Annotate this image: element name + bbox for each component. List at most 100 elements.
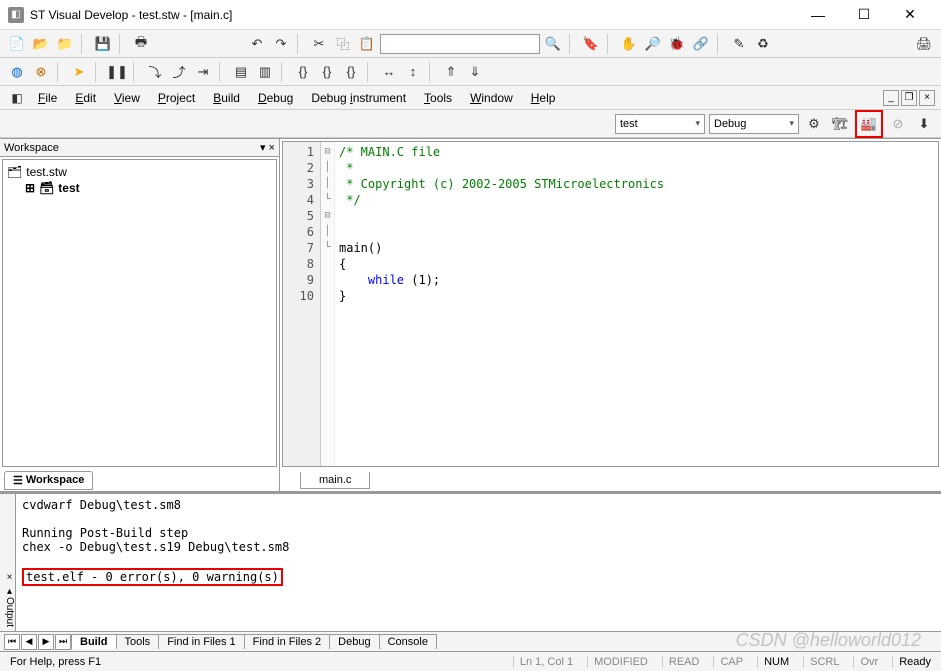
menu-project[interactable]: Project <box>150 89 203 107</box>
download-icon[interactable]: ⬇ <box>913 113 935 135</box>
tree-project[interactable]: ⊞🗃test <box>7 180 272 196</box>
highlighted-rebuild: 🏭 <box>855 110 883 138</box>
maximize-button[interactable]: ☐ <box>841 0 887 30</box>
menu-view[interactable]: View <box>106 89 148 107</box>
editor-tab-bar: main.c <box>280 469 941 491</box>
iup-icon[interactable]: ⇑ <box>440 61 462 83</box>
menu-tools[interactable]: Tools <box>416 89 460 107</box>
brace-up-icon[interactable]: {} <box>340 61 362 83</box>
rebuild-all-icon[interactable]: 🏭 <box>858 113 880 135</box>
run-to-icon[interactable]: ⇥ <box>192 61 214 83</box>
new-file-icon[interactable]: 📄 <box>6 33 28 55</box>
workspace-title: Workspace ▾ × <box>0 139 279 157</box>
menu-window[interactable]: Window <box>462 89 521 107</box>
menu-debug-instrument[interactable]: Debug instrument <box>303 89 414 107</box>
bookmark-icon[interactable]: 🔖 <box>580 33 602 55</box>
tree-root[interactable]: 🗂test.stw <box>7 164 272 180</box>
print-icon[interactable]: 🖶 <box>130 33 152 55</box>
link-icon[interactable]: 🔗 <box>690 33 712 55</box>
copy-icon[interactable]: ⿻ <box>332 33 354 55</box>
app-icon: ◧ <box>8 7 24 23</box>
fold-column[interactable]: ⊟││└⊟│└ <box>321 142 335 466</box>
highlighted-result: test.elf - 0 error(s), 0 warning(s) <box>22 568 283 586</box>
menu-build[interactable]: Build <box>205 89 248 107</box>
workspace-tab-bar: ☰Workspace <box>0 469 279 491</box>
window-title: ST Visual Develop - test.stw - [main.c] <box>30 8 795 22</box>
menu-help[interactable]: Help <box>523 89 564 107</box>
output-tab-fif1[interactable]: Find in Files 1 <box>158 634 244 649</box>
step-into-icon[interactable]: ➤ <box>68 61 90 83</box>
workspace-tab[interactable]: ☰Workspace <box>4 471 93 490</box>
output-tab-tools[interactable]: Tools <box>116 634 160 649</box>
watch-panel-icon[interactable]: ▥ <box>254 61 276 83</box>
code-area[interactable]: /* MAIN.C file * * Copyright (c) 2002-20… <box>335 142 938 466</box>
status-pos: Ln 1, Col 1 <box>513 656 579 668</box>
output-text[interactable]: cvdwarf Debug\test.sm8 Running Post-Buil… <box>16 494 941 631</box>
workspace-tree[interactable]: 🗂test.stw ⊞🗃test <box>2 159 277 467</box>
toolbar-main: 📄 📂 📁 💾 🖶 ↶ ↷ ✂ ⿻ 📋 🔍 🔖 ✋ 🔎 🐞 🔗 ✎ ♻ 🖨 <box>0 30 941 58</box>
open-file-icon[interactable]: 📂 <box>30 33 52 55</box>
undo-icon[interactable]: ↶ <box>246 33 268 55</box>
expand-icon[interactable]: ⊞ <box>25 181 35 195</box>
menu-edit[interactable]: Edit <box>67 89 104 107</box>
stack-icon: ☰ <box>13 474 23 487</box>
stop-build-icon[interactable]: ⊘ <box>887 113 909 135</box>
compile-icon[interactable]: ⚙ <box>803 113 825 135</box>
cycle-icon[interactable]: ♻ <box>752 33 774 55</box>
clear-bp-icon[interactable]: ↕ <box>402 61 424 83</box>
status-scrl: SCRL <box>803 656 845 668</box>
idown-icon[interactable]: ⇓ <box>464 61 486 83</box>
redo-icon[interactable]: ↷ <box>270 33 292 55</box>
cut-icon[interactable]: ✂ <box>308 33 330 55</box>
toggle-bp-icon[interactable]: ↔ <box>378 61 400 83</box>
debug-start-icon[interactable]: ◍ <box>6 61 28 83</box>
zoom-icon[interactable]: 🔎 <box>642 33 664 55</box>
bug-icon[interactable]: 🐞 <box>666 33 688 55</box>
printer-icon[interactable]: 🖨 <box>913 33 935 55</box>
config-combo[interactable]: Debug <box>709 114 799 134</box>
brace-left-icon[interactable]: {} <box>292 61 314 83</box>
open-ws-icon[interactable]: 📁 <box>54 33 76 55</box>
stepout-icon[interactable]: ⤴ <box>168 61 190 83</box>
status-modified: MODIFIED <box>587 656 654 668</box>
out-nav-last[interactable]: ⏭ <box>55 634 71 650</box>
brush-icon[interactable]: ✎ <box>728 33 750 55</box>
statusbar: For Help, press F1 Ln 1, Col 1 MODIFIED … <box>0 651 941 671</box>
status-ready: Ready <box>892 656 937 668</box>
build-icon[interactable]: 🏗 <box>829 113 851 135</box>
status-num: NUM <box>757 656 795 668</box>
status-cap: CAP <box>713 656 749 668</box>
close-button[interactable]: ✕ <box>887 0 933 30</box>
menu-app-icon[interactable]: ◧ <box>6 87 28 109</box>
mdi-restore-button[interactable]: ❐ <box>901 90 917 106</box>
editor-tab-main[interactable]: main.c <box>300 472 370 489</box>
mdi-minimize-button[interactable]: _ <box>883 90 899 106</box>
find-input[interactable] <box>380 34 540 54</box>
menu-file[interactable]: File <box>30 89 65 107</box>
brace-right-icon[interactable]: {} <box>316 61 338 83</box>
titlebar: ◧ ST Visual Develop - test.stw - [main.c… <box>0 0 941 30</box>
menu-debug[interactable]: Debug <box>250 89 301 107</box>
mdi-close-button[interactable]: × <box>919 90 935 106</box>
output-tab-console[interactable]: Console <box>379 634 437 649</box>
menubar: ◧ File Edit View Project Build Debug Deb… <box>0 86 941 110</box>
target-combo[interactable]: test <box>615 114 705 134</box>
paste-icon[interactable]: 📋 <box>356 33 378 55</box>
toolbar-debug: ◍ ⊗ ➤ ❚❚ ⤵ ⤴ ⇥ ▤ ▥ {} {} {} ↔ ↕ ⇑ ⇓ <box>0 58 941 86</box>
out-nav-prev[interactable]: ◀ <box>21 634 37 650</box>
output-tab-fif2[interactable]: Find in Files 2 <box>244 634 330 649</box>
bp-panel-icon[interactable]: ▤ <box>230 61 252 83</box>
debug-stop-icon[interactable]: ⊗ <box>30 61 52 83</box>
editor[interactable]: 12345678910 ⊟││└⊟│└ /* MAIN.C file * * C… <box>282 141 939 467</box>
out-nav-next[interactable]: ▶ <box>38 634 54 650</box>
hand-icon[interactable]: ✋ <box>618 33 640 55</box>
output-tab-build[interactable]: Build <box>71 634 117 649</box>
out-nav-first[interactable]: ⏮ <box>4 634 20 650</box>
stepover-icon[interactable]: ⤵ <box>144 61 166 83</box>
minimize-button[interactable]: — <box>795 0 841 30</box>
find-icon[interactable]: 🔍 <box>542 33 564 55</box>
editor-panel: 12345678910 ⊟││└⊟│└ /* MAIN.C file * * C… <box>280 139 941 491</box>
output-tab-debug[interactable]: Debug <box>329 634 379 649</box>
pause-icon[interactable]: ❚❚ <box>106 61 128 83</box>
save-icon[interactable]: 💾 <box>92 33 114 55</box>
